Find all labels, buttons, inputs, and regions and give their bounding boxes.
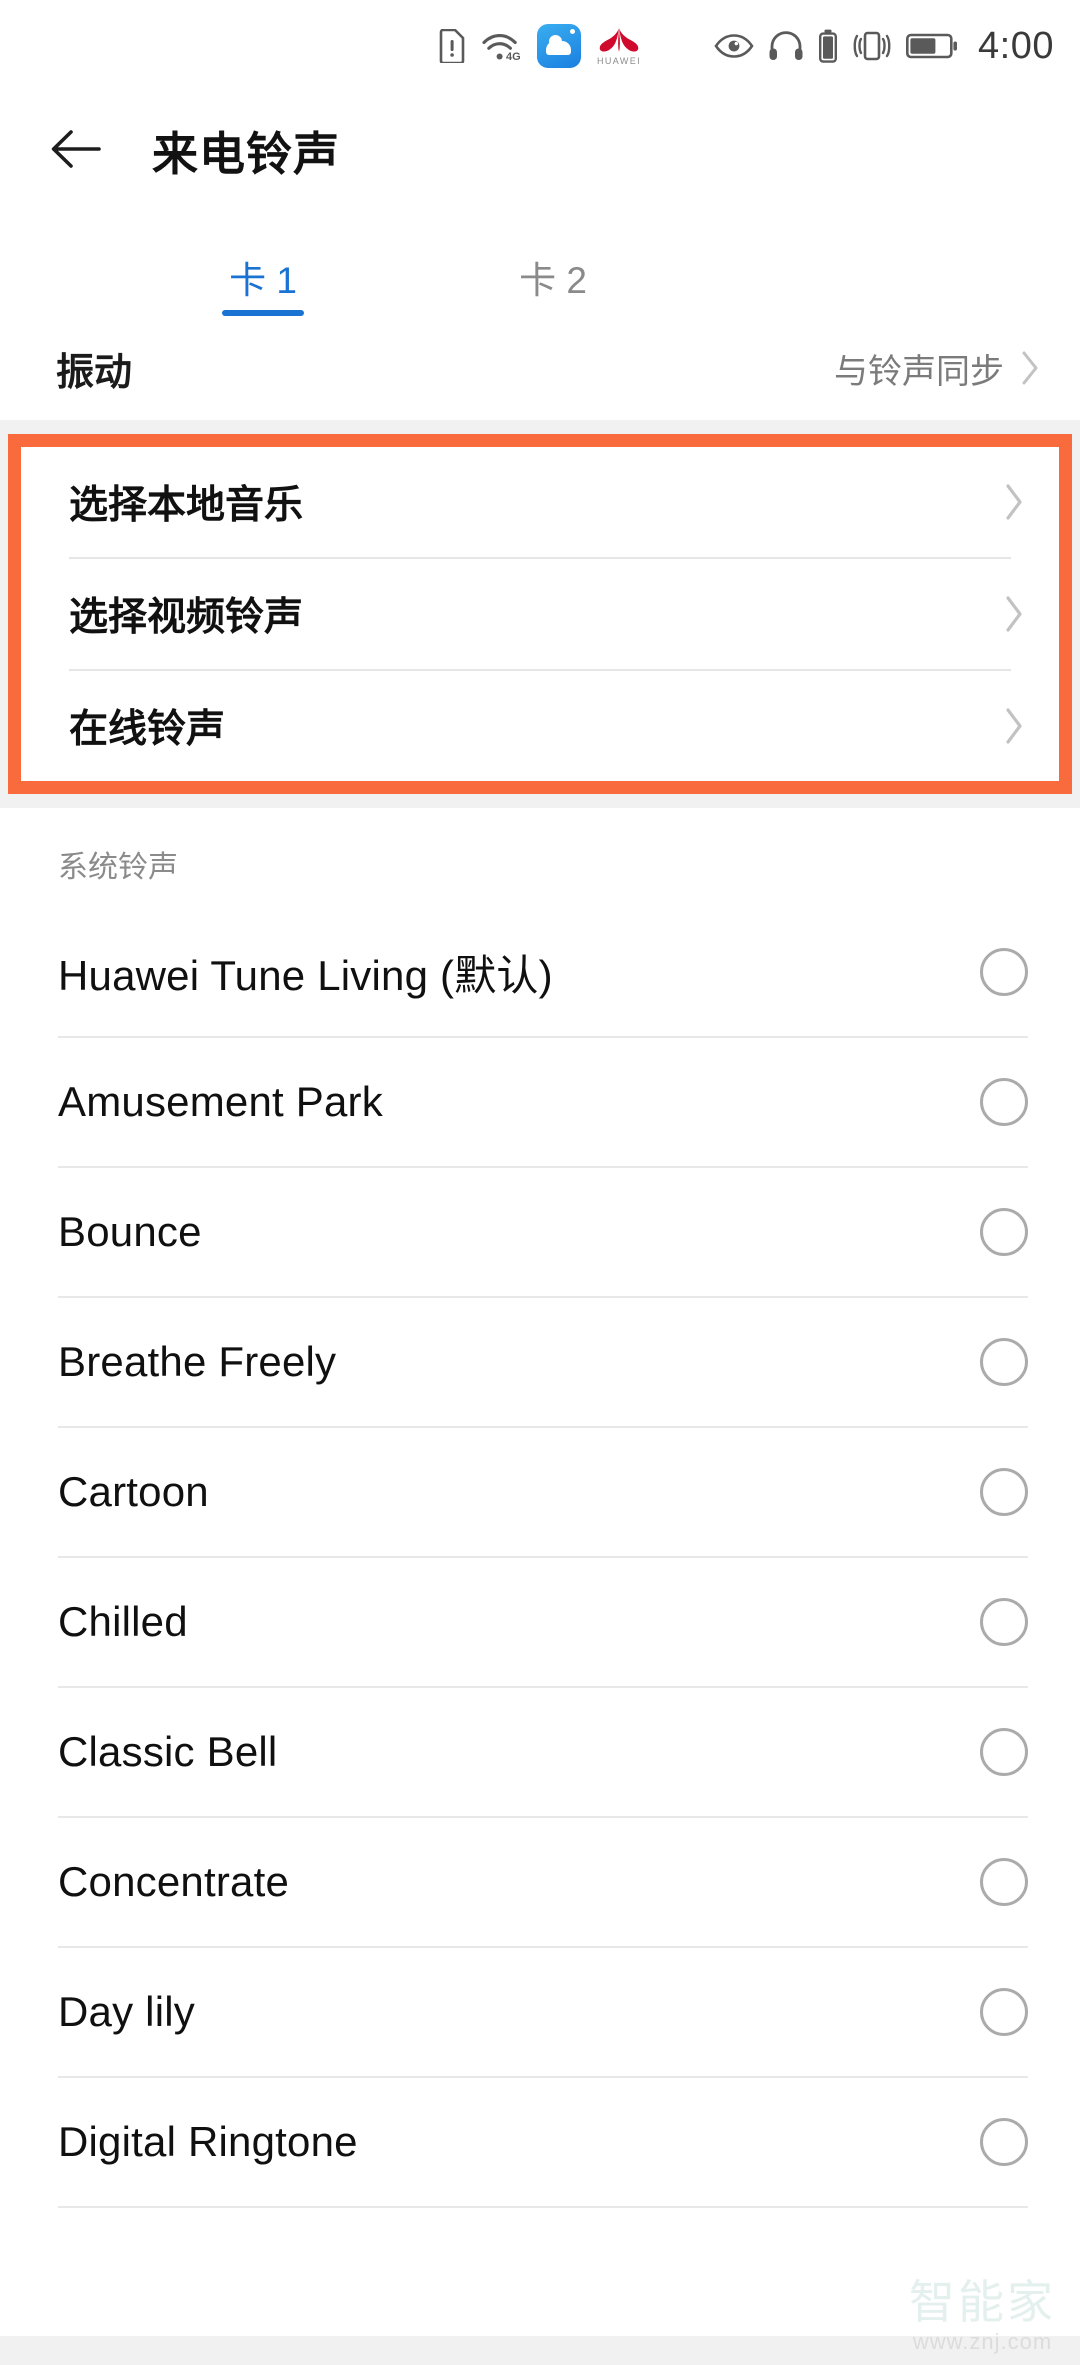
ringtone-radio[interactable] (980, 1988, 1028, 2036)
ringtone-label: Amusement Park (58, 1078, 383, 1125)
ringtone-label: Classic Bell (58, 1728, 278, 1775)
sim-tab-bar: 卡 1 卡 2 (0, 210, 1080, 316)
chevron-right-icon (1003, 594, 1025, 634)
ringtone-label: Chilled (58, 1598, 188, 1645)
headphone-icon (768, 30, 804, 62)
status-bar-clock: 4:00 (978, 24, 1054, 67)
ringtone-radio[interactable] (980, 1078, 1028, 1126)
tab-sim-2-label: 卡 2 (519, 260, 587, 301)
system-ringtones-card: 系统铃声 Huawei Tune Living (默认) Amusement Pa… (0, 808, 1080, 2336)
huawei-wordmark: HUAWEI (596, 56, 642, 66)
ringtone-label: Cartoon (58, 1468, 209, 1515)
ringtone-source-card: 选择本地音乐 选择视频铃声 在线铃声 (8, 434, 1072, 794)
vibration-card: 振动 与铃声同步 (0, 316, 1080, 420)
ringtone-row[interactable]: Digital Ringtone (0, 2078, 1080, 2206)
ringtone-label: Bounce (58, 1208, 202, 1255)
system-ringtones-header: 系统铃声 (0, 808, 1080, 908)
ringtone-row[interactable]: Breathe Freely (0, 1298, 1080, 1426)
ringtone-label: Concentrate (58, 1858, 290, 1905)
ringtone-label: Digital Ringtone (58, 2118, 358, 2165)
battery-icon (906, 32, 958, 60)
ringtone-radio[interactable] (980, 1468, 1028, 1516)
huawei-logo-icon: HUAWEI (597, 26, 641, 66)
ringtone-radio[interactable] (980, 2118, 1028, 2166)
eye-comfort-icon (714, 33, 754, 59)
status-bar-right-icons: 4:00 (714, 25, 1054, 68)
ringtone-list: Huawei Tune Living (默认) Amusement Park Bou… (0, 908, 1080, 2336)
ringtone-row[interactable]: Amusement Park (0, 1038, 1080, 1166)
tab-sim-1[interactable]: 卡 1 (118, 250, 408, 316)
app-bar: 来电铃声 (0, 92, 1080, 210)
back-arrow-icon (49, 126, 105, 177)
headphone-battery-icon (818, 29, 838, 63)
vibrate-icon (852, 30, 892, 62)
choose-video-ringtone-label: 选择视频铃声 (69, 596, 304, 639)
ringtone-radio[interactable] (980, 1728, 1028, 1776)
vibration-row[interactable]: 振动 与铃声同步 (0, 316, 1080, 420)
card-gap (0, 420, 1080, 434)
ringtone-radio[interactable] (980, 1598, 1028, 1646)
ringtone-label: Breathe Freely (58, 1338, 337, 1385)
vibration-value: 与铃声同步 (834, 352, 1004, 391)
ringtone-row[interactable]: Concentrate (0, 1818, 1080, 1946)
row-choose-local-music[interactable]: 选择本地音乐 (21, 447, 1059, 557)
choose-local-music-label: 选择本地音乐 (69, 484, 304, 527)
ringtone-row[interactable]: Bounce (0, 1168, 1080, 1296)
row-online-ringtone[interactable]: 在线铃声 (21, 671, 1059, 781)
ringtone-row[interactable]: Day lily (0, 1948, 1080, 2076)
vibration-label: 振动 (56, 351, 133, 394)
row-choose-video-ringtone[interactable]: 选择视频铃声 (21, 559, 1059, 669)
ringtone-row[interactable]: Huawei Tune Living (默认) (0, 908, 1080, 1036)
ringtone-radio[interactable] (980, 1858, 1028, 1906)
ringtone-label: Huawei Tune Living (默认) (58, 951, 553, 999)
wifi-4g-icon: 4G (481, 29, 521, 63)
ringtone-radio[interactable] (980, 1338, 1028, 1386)
ringtone-source-highlight-wrapper: 选择本地音乐 选择视频铃声 在线铃声 (0, 434, 1080, 794)
tab-sim-1-label: 卡 1 (229, 260, 297, 301)
chevron-right-icon (1003, 706, 1025, 746)
ringtone-radio[interactable] (980, 1208, 1028, 1256)
back-button[interactable] (46, 120, 108, 182)
ringtone-row[interactable]: Cartoon (0, 1428, 1080, 1556)
ringtone-row[interactable]: Chilled (0, 1558, 1080, 1686)
phone-screen: 4G HUAWEI 4:00 来电铃声 卡 1 卡 2 振动 与铃声同步 选择本… (0, 0, 1080, 2365)
huawei-cloud-icon (536, 24, 581, 68)
status-bar: 4G HUAWEI 4:00 (0, 0, 1080, 92)
ringtone-label: Day lily (58, 1988, 195, 2035)
ringtone-radio[interactable] (980, 948, 1028, 996)
sim-card-alert-icon (439, 29, 465, 63)
chevron-right-icon (1003, 482, 1025, 522)
tab-sim-2[interactable]: 卡 2 (408, 250, 698, 316)
page-title: 来电铃声 (152, 128, 340, 180)
online-ringtone-label: 在线铃声 (69, 708, 226, 751)
chevron-right-icon (1020, 350, 1040, 386)
ringtone-row-partial[interactable] (0, 2208, 1080, 2336)
card-gap (0, 794, 1080, 808)
svg-text:4G: 4G (506, 51, 521, 63)
vibration-value-group: 与铃声同步 (834, 344, 1040, 393)
ringtone-row[interactable]: Classic Bell (0, 1688, 1080, 1816)
